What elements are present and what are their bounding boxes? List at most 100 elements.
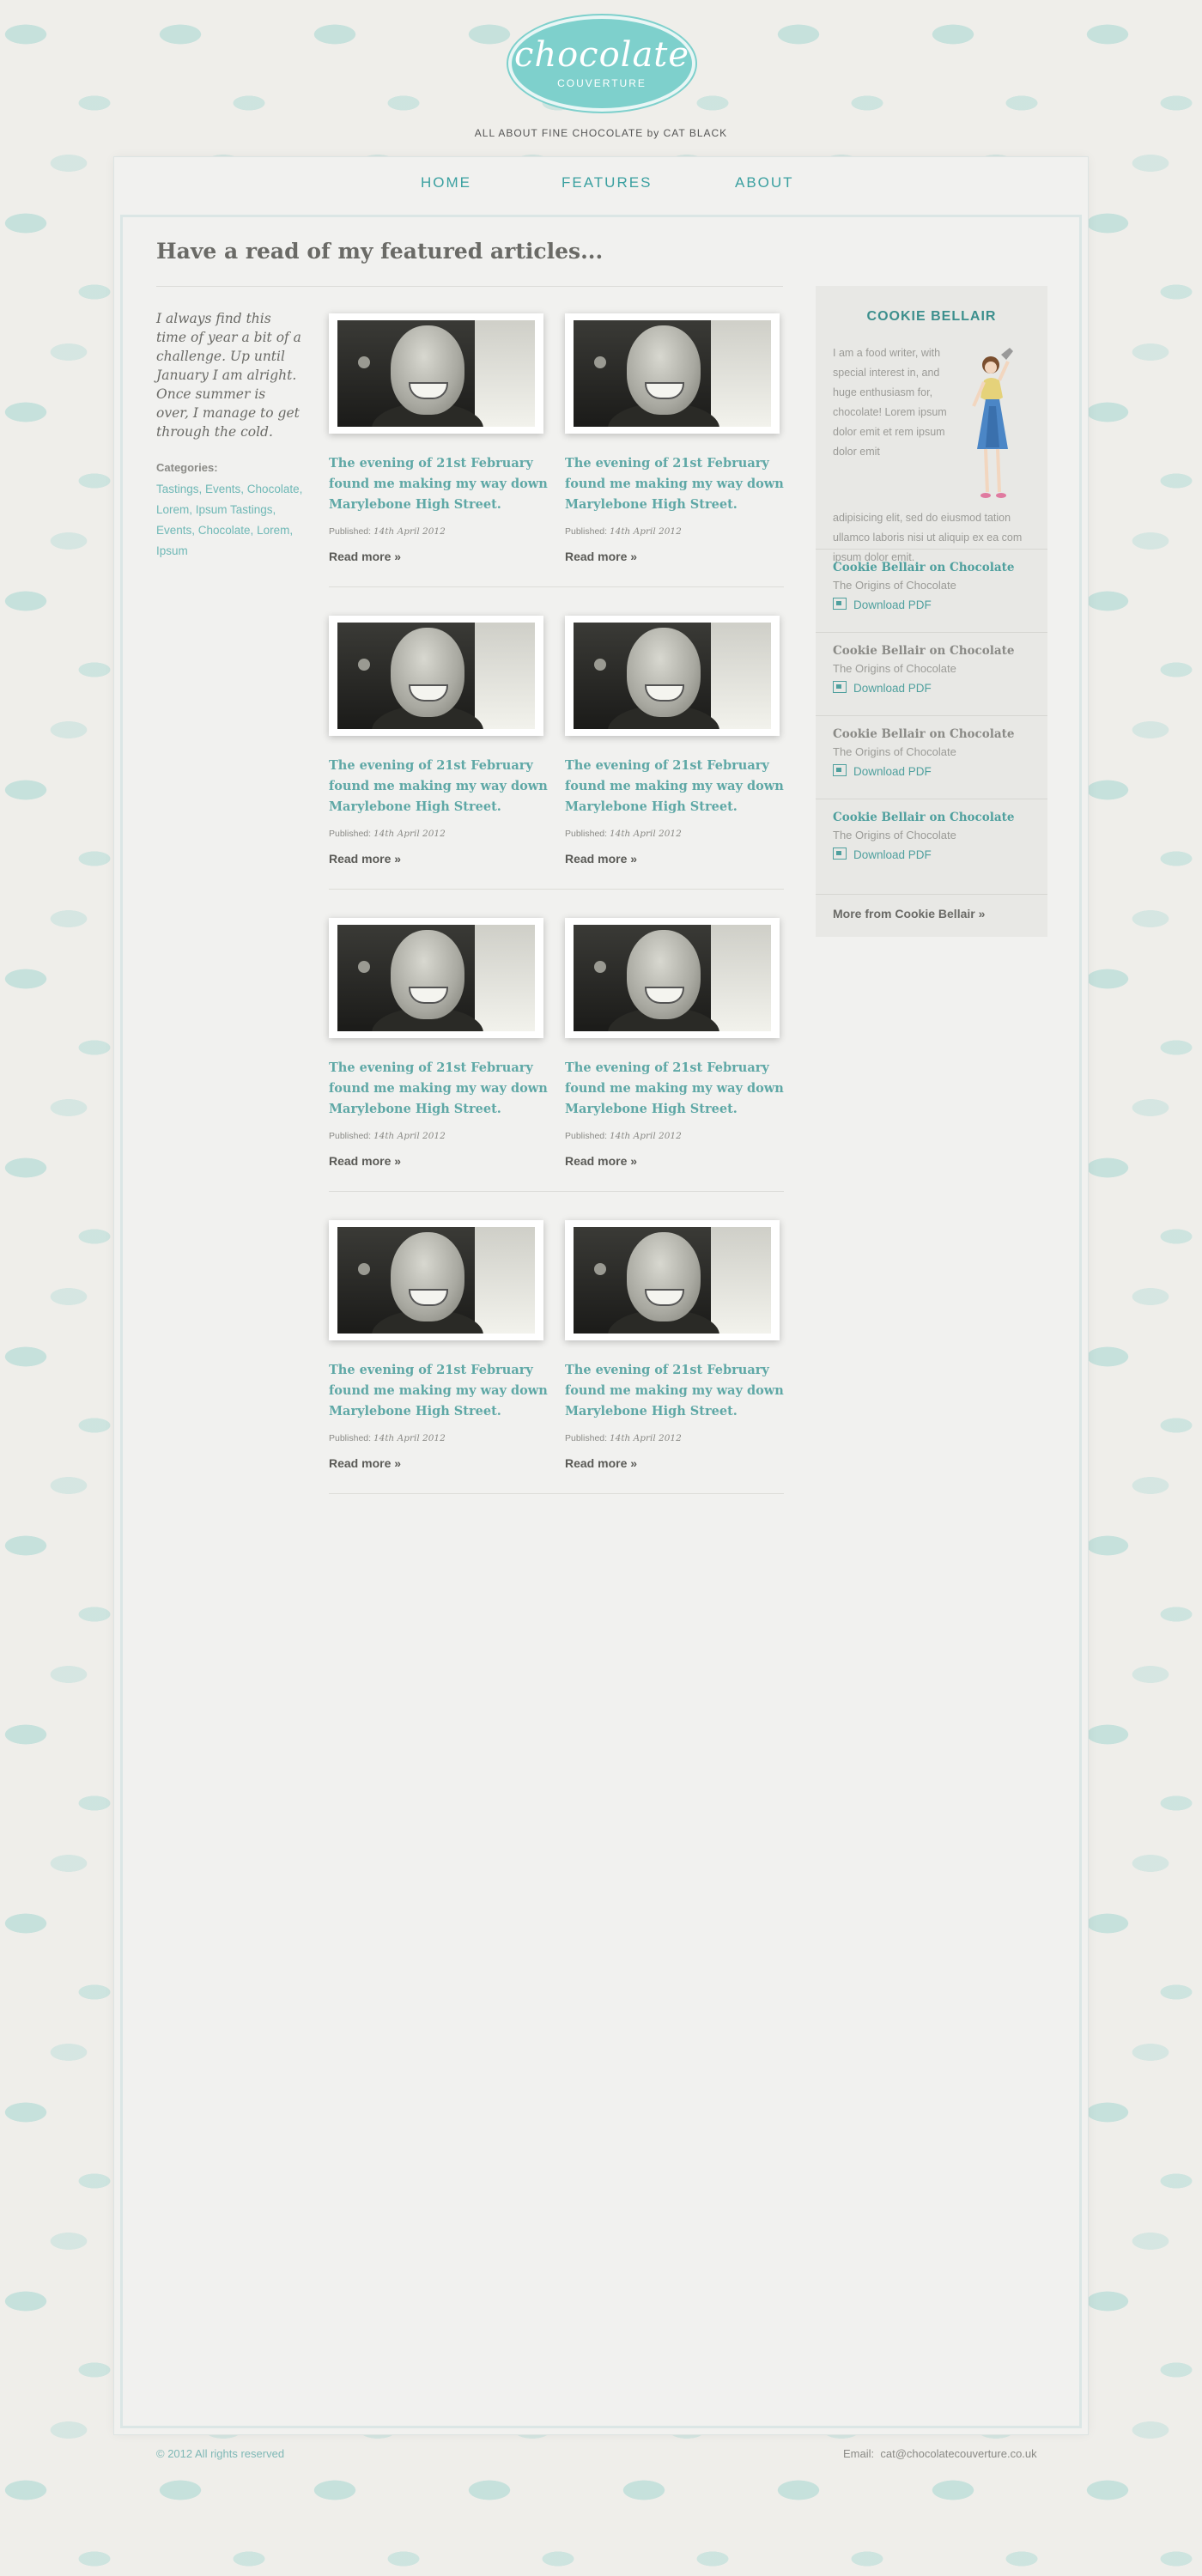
read-more-link[interactable]: Read more »	[565, 852, 637, 866]
sidebar-title: COOKIE BELLAIR	[866, 309, 997, 324]
article-title-link[interactable]: The evening of 21st February found me ma…	[329, 756, 561, 817]
nav-features[interactable]: FEATURES	[562, 174, 652, 191]
published-label: Published:	[329, 526, 372, 537]
article-photo	[574, 320, 771, 427]
sidebar-article-subtitle: The Origins of Chocolate	[833, 745, 956, 758]
published-date: Published: 14th April 2012	[565, 1131, 682, 1141]
download-label: Download PDF	[853, 765, 932, 778]
author-sidebar: COOKIE BELLAIR I am a food writer, with …	[816, 286, 1047, 937]
logo-script: chocolate	[513, 35, 690, 75]
author-illustration	[972, 348, 1013, 498]
date-value: 14th April 2012	[373, 829, 446, 839]
published-date: Published: 14th April 2012	[565, 526, 682, 537]
read-more-link[interactable]: Read more »	[329, 550, 401, 563]
sidebar-bio-continued: adipisicing elit, sed do eiusmod tation …	[833, 512, 1023, 563]
nav-about[interactable]: ABOUT	[735, 174, 794, 191]
pdf-icon	[833, 681, 847, 693]
article-title-link[interactable]: The evening of 21st February found me ma…	[565, 1360, 797, 1422]
date-value: 14th April 2012	[373, 1433, 446, 1443]
download-pdf-link[interactable]: Download PDF	[833, 681, 932, 695]
download-label: Download PDF	[853, 682, 932, 695]
article-photo	[574, 1227, 771, 1334]
sidebar-article-title[interactable]: Cookie Bellair on Chocolate	[833, 811, 1014, 824]
published-date: Published: 14th April 2012	[565, 1433, 682, 1443]
article-title-link[interactable]: The evening of 21st February found me ma…	[565, 1058, 797, 1120]
footer-email: Email: cat@chocolatecouverture.co.uk	[843, 2447, 1037, 2460]
article-photo	[337, 623, 535, 729]
sidebar-article-subtitle: The Origins of Chocolate	[833, 829, 956, 841]
site-logo[interactable]: chocolate COUVERTURE	[512, 19, 692, 108]
sidebar-separator	[816, 632, 1047, 633]
published-label: Published:	[565, 829, 608, 839]
article-thumbnail[interactable]	[329, 918, 543, 1038]
sidebar-bio: I am a food writer, with special interes…	[833, 347, 947, 458]
article-thumbnail[interactable]	[565, 1220, 780, 1340]
read-more-link[interactable]: Read more »	[329, 852, 401, 866]
read-more-link[interactable]: Read more »	[565, 1154, 637, 1168]
published-date: Published: 14th April 2012	[329, 829, 446, 839]
article-thumbnail[interactable]	[329, 313, 543, 434]
sidebar-article-subtitle: The Origins of Chocolate	[833, 579, 956, 592]
article-title-link[interactable]: The evening of 21st February found me ma…	[329, 1058, 561, 1120]
page-title: Have a read of my featured articles...	[156, 239, 604, 264]
published-label: Published:	[329, 829, 372, 839]
row-divider	[329, 889, 784, 890]
article-title-link[interactable]: The evening of 21st February found me ma…	[329, 1360, 561, 1422]
sidebar-article-title[interactable]: Cookie Bellair on Chocolate	[833, 727, 1014, 741]
article-thumbnail[interactable]	[565, 918, 780, 1038]
article-thumbnail[interactable]	[329, 1220, 543, 1340]
email-link[interactable]: cat@chocolatecouverture.co.uk	[880, 2447, 1036, 2460]
tagline: ALL ABOUT FINE CHOCOLATE by CAT BLACK	[474, 127, 728, 139]
date-value: 14th April 2012	[373, 526, 446, 537]
categories-list[interactable]: Tastings, Events, Chocolate, Lorem, Ipsu…	[156, 479, 311, 562]
published-date: Published: 14th April 2012	[329, 1131, 446, 1141]
article-thumbnail[interactable]	[565, 616, 780, 736]
article-photo	[337, 925, 535, 1031]
published-label: Published:	[565, 1433, 608, 1443]
sidebar-separator	[816, 715, 1047, 716]
article-photo	[574, 925, 771, 1031]
article-title-link[interactable]: The evening of 21st February found me ma…	[565, 453, 797, 515]
article-thumbnail[interactable]	[329, 616, 543, 736]
nav-home[interactable]: HOME	[421, 174, 471, 191]
published-date: Published: 14th April 2012	[565, 829, 682, 839]
article-photo	[574, 623, 771, 729]
row-divider	[329, 1493, 784, 1494]
download-pdf-link[interactable]: Download PDF	[833, 764, 932, 778]
sidebar-separator	[816, 549, 1047, 550]
date-value: 14th April 2012	[609, 526, 682, 537]
download-label: Download PDF	[853, 848, 932, 861]
email-label: Email:	[843, 2447, 875, 2460]
article-title-link[interactable]: The evening of 21st February found me ma…	[329, 453, 561, 515]
download-pdf-link[interactable]: Download PDF	[833, 848, 932, 861]
more-from-author-link[interactable]: More from Cookie Bellair »	[833, 907, 985, 920]
date-value: 14th April 2012	[609, 829, 682, 839]
sidebar-article-title[interactable]: Cookie Bellair on Chocolate	[833, 561, 1014, 574]
pdf-icon	[833, 598, 847, 610]
date-value: 14th April 2012	[609, 1433, 682, 1443]
published-label: Published:	[565, 1131, 608, 1141]
article-photo	[337, 320, 535, 427]
published-label: Published:	[565, 526, 608, 537]
date-value: 14th April 2012	[373, 1131, 446, 1141]
read-more-link[interactable]: Read more »	[565, 1456, 637, 1470]
article-photo	[337, 1227, 535, 1334]
sidebar-separator	[816, 894, 1047, 895]
pdf-icon	[833, 848, 847, 860]
read-more-link[interactable]: Read more »	[329, 1456, 401, 1470]
published-date: Published: 14th April 2012	[329, 1433, 446, 1443]
divider	[156, 286, 783, 287]
read-more-link[interactable]: Read more »	[565, 550, 637, 563]
sidebar-article-title[interactable]: Cookie Bellair on Chocolate	[833, 644, 1014, 658]
copyright: © 2012 All rights reserved	[156, 2447, 285, 2460]
article-thumbnail[interactable]	[565, 313, 780, 434]
published-date: Published: 14th April 2012	[329, 526, 446, 537]
categories-label: Categories:	[156, 461, 218, 474]
logo-sub: COUVERTURE	[557, 77, 647, 89]
published-label: Published:	[329, 1433, 372, 1443]
row-divider	[329, 1191, 784, 1192]
download-pdf-link[interactable]: Download PDF	[833, 598, 932, 611]
article-title-link[interactable]: The evening of 21st February found me ma…	[565, 756, 797, 817]
row-divider	[329, 586, 784, 587]
read-more-link[interactable]: Read more »	[329, 1154, 401, 1168]
